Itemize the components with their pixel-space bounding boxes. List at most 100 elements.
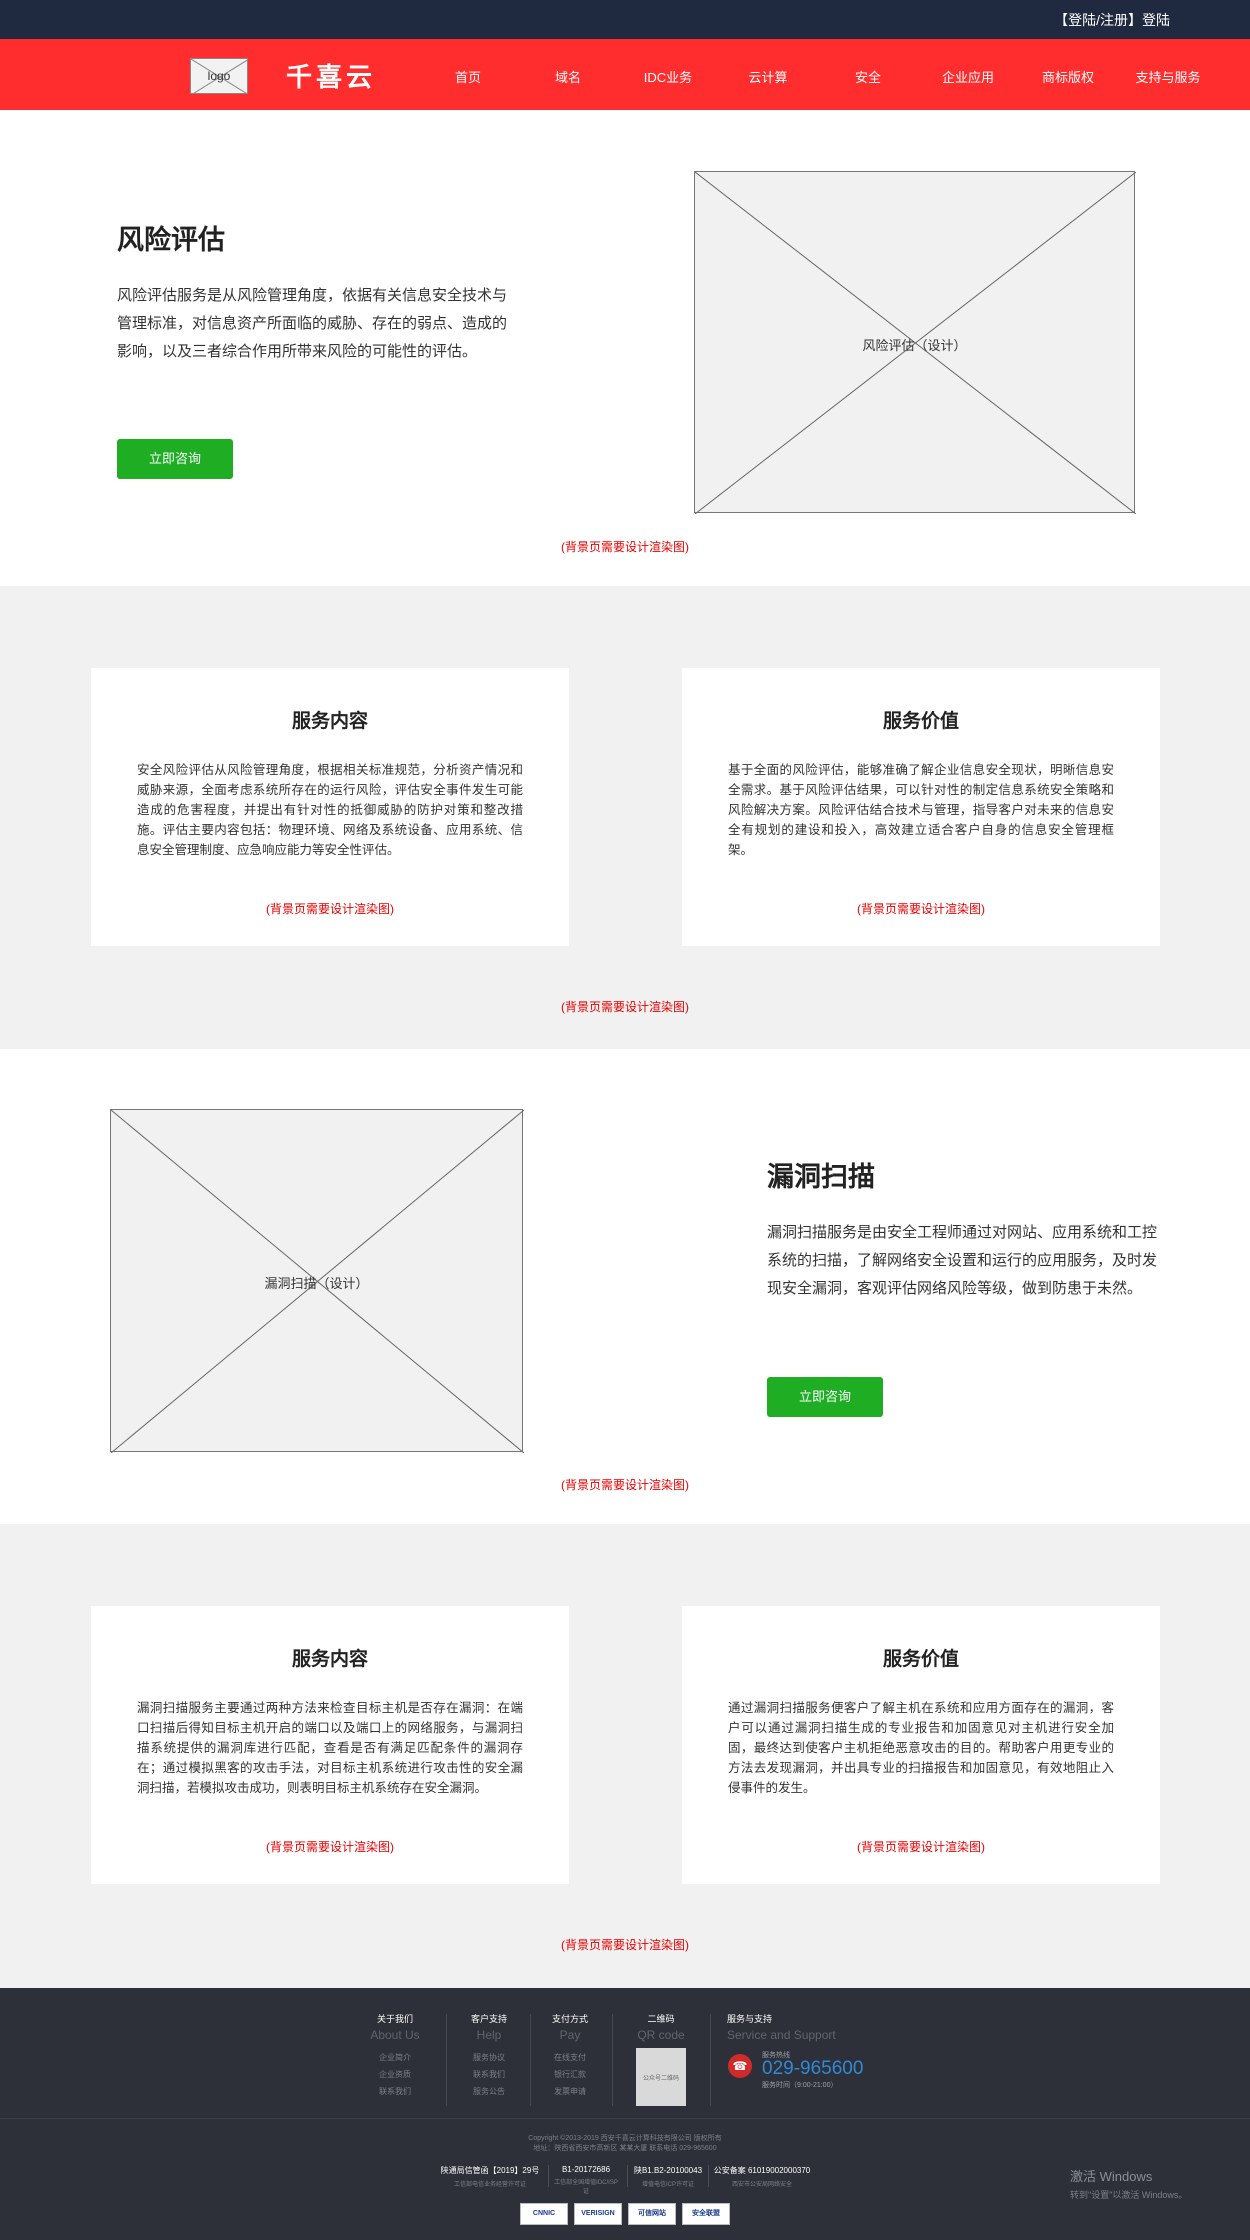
watermark-line2: 转到"设置"以激活 Windows。	[1070, 2190, 1188, 2200]
footer-link[interactable]: 服务协议	[456, 2052, 522, 2063]
footer-links: 关于我们 About Us 企业简介 企业资质 联系我们 客户支持 Help 服…	[0, 1988, 1250, 2118]
footer-divider	[446, 2014, 447, 2106]
card-title: 服务价值	[882, 711, 959, 732]
vuln-title: 漏洞扫描	[767, 1162, 875, 1192]
nav-item-support[interactable]: 支持与服务	[1118, 67, 1218, 86]
logo-text: logo	[207, 69, 231, 83]
footer-col-title: 关于我们	[376, 2014, 413, 2024]
vuln-description: 漏洞扫描服务是由安全工程师通过对网站、应用系统和工控系统的扫描，了解网络安全设置…	[767, 1224, 1158, 1297]
risk-service-value-card: 服务价值 基于全面的风险评估，能够准确了解企业信息安全现状，明晰信息安全需求。基…	[682, 668, 1160, 946]
license-divider	[708, 2165, 709, 2187]
footer-col-about: 关于我们 About Us 企业简介 企业资质 联系我们	[362, 2012, 428, 2097]
footer-col-title: 二维码	[647, 2014, 675, 2024]
risk-image-label: 风险评估（设计）	[862, 338, 967, 353]
footer-col-service: 服务与支持 Service and Support	[727, 2012, 857, 2042]
risk-bg-note: (背景页需要设计渲染图)	[561, 540, 689, 554]
footer-link[interactable]: 在线支付	[537, 2052, 603, 2063]
card-note: (背景页需要设计渲染图)	[857, 902, 985, 916]
address: 地址：陕西省西安市高新区 某某大厦 联系电话 029-965600	[533, 2145, 717, 2152]
card-text: 安全风险评估从风险管理角度，根据相关标准规范，分析资产情况和威胁来源，全面考虑系…	[137, 763, 523, 857]
phone-icon: ☎	[728, 2054, 752, 2078]
license-divider	[627, 2165, 628, 2187]
nav-item-trademark[interactable]: 商标版权	[1018, 67, 1118, 86]
card-text: 漏洞扫描服务主要通过两种方法来检查目标主机是否存在漏洞：在端口扫描后得知目标主机…	[137, 1701, 523, 1795]
nav-item-security[interactable]: 安全	[818, 67, 918, 86]
phone-number[interactable]: 029-965600	[762, 2058, 863, 2080]
footer-link[interactable]: 联系我们	[456, 2069, 522, 2080]
footer-col-subtitle: About Us	[370, 2028, 420, 2042]
license-item: 陕通局信管函【2019】29号 工信部电信业务经营许可证	[436, 2165, 544, 2188]
risk-cards-section: 服务内容 安全风险评估从风险管理角度，根据相关标准规范，分析资产情况和威胁来源，…	[0, 586, 1250, 1049]
license-main: B1-20172686	[561, 2165, 611, 2174]
footer-link[interactable]: 企业简介	[362, 2052, 428, 2063]
card-note: (背景页需要设计渲染图)	[266, 902, 394, 916]
vuln-image-label: 漏洞扫描（设计）	[264, 1276, 369, 1291]
vuln-image-placeholder: 漏洞扫描（设计）	[110, 1109, 524, 1453]
license-item: 陕B1.B2-20100043 增值电信ICP许可证	[632, 2165, 704, 2188]
footer-col-subtitle: QR code	[637, 2028, 685, 2042]
footer-divider	[710, 2014, 711, 2106]
risk-consult-button[interactable]: 立即咨询	[117, 439, 233, 479]
footer-col-pay: 支付方式 Pay 在线支付 银行汇款 发票申请	[537, 2012, 603, 2097]
footer-link[interactable]: 银行汇款	[537, 2069, 603, 2080]
card-note: (背景页需要设计渲染图)	[266, 1840, 394, 1854]
footer-link[interactable]: 企业资质	[362, 2069, 428, 2080]
risk-title: 风险评估	[117, 225, 225, 255]
vuln-hero-section: 漏洞扫描（设计） 漏洞扫描 漏洞扫描服务是由安全工程师通过对网站、应用系统和工控…	[0, 1049, 1250, 1524]
license-main: 陕通局信管函【2019】29号	[440, 2166, 540, 2175]
card-title: 服务价值	[882, 1649, 959, 1670]
logo[interactable]: logo	[190, 58, 248, 94]
vuln-bg-note: (背景页需要设计渲染图)	[561, 1478, 689, 1492]
trusted-site-badge[interactable]: 可信网站	[628, 2203, 676, 2225]
vuln-service-content-card: 服务内容 漏洞扫描服务主要通过两种方法来检查目标主机是否存在漏洞：在端口扫描后得…	[91, 1606, 569, 1884]
vuln-cards-bg-note: (背景页需要设计渲染图)	[561, 1938, 689, 1952]
vuln-service-value-card: 服务价值 通过漏洞扫描服务便客户了解主机在系统和应用方面存在的漏洞，客户可以通过…	[682, 1606, 1160, 1884]
license-sub: 增值电信ICP许可证	[641, 2182, 694, 2188]
qr-code: 公众号二维码	[636, 2048, 686, 2106]
risk-hero-section: 风险评估 风险评估服务是从风险管理角度，依据有关信息安全技术与管理标准，对信息资…	[0, 110, 1250, 586]
footer-col-subtitle: Help	[476, 2028, 502, 2042]
card-title: 服务内容	[291, 711, 368, 732]
footer-link[interactable]: 服务公告	[456, 2086, 522, 2097]
license-item: B1-20172686 工信部全国增值IDC/ISP证	[552, 2165, 620, 2195]
footer-col-title: 客户支持	[470, 2014, 507, 2024]
qr-code-text: 公众号二维码	[642, 2076, 679, 2082]
risk-description: 风险评估服务是从风险管理角度，依据有关信息安全技术与管理标准，对信息资产所面临的…	[117, 287, 508, 360]
windows-activation-watermark: 激活 Windows 转到"设置"以激活 Windows。	[1070, 2166, 1187, 2201]
security-alliance-badge[interactable]: 安全联盟	[682, 2203, 730, 2225]
nav-item-cloud[interactable]: 云计算	[718, 67, 818, 86]
brand-name[interactable]: 千喜云	[286, 57, 376, 94]
card-note: (背景页需要设计渲染图)	[857, 1840, 985, 1854]
copyright: Copyright ©2013-2019 西安千喜云计算科技有限公司 版权所有	[528, 2135, 722, 2142]
main-nav: logo 千喜云 首页 域名 IDC业务 云计算 安全 企业应用 商标版权 支持…	[0, 39, 1250, 110]
license-sub: 西安市公安局网络安全	[731, 2182, 792, 2188]
vuln-consult-button[interactable]: 立即咨询	[767, 1377, 883, 1417]
risk-cards-bg-note: (背景页需要设计渲染图)	[561, 1000, 689, 1014]
footer-col-help: 客户支持 Help 服务协议 联系我们 服务公告	[456, 2012, 522, 2097]
phone-hours: 服务时间（9:00-21:00）	[762, 2082, 838, 2089]
risk-image-placeholder: 风险评估（设计）	[694, 171, 1136, 514]
license-sub: 工信部电信业务经营许可证	[453, 2182, 526, 2188]
nav-item-enterprise[interactable]: 企业应用	[918, 67, 1018, 86]
license-divider	[548, 2165, 549, 2187]
login-register-link[interactable]: 【登陆/注册】登陆	[1054, 10, 1170, 30]
footer-divider	[530, 2014, 531, 2106]
footer-col-title: 支付方式	[551, 2014, 588, 2024]
risk-service-content-card: 服务内容 安全风险评估从风险管理角度，根据相关标准规范，分析资产情况和威胁来源，…	[91, 668, 569, 946]
footer-divider	[612, 2014, 613, 2106]
card-text: 通过漏洞扫描服务便客户了解主机在系统和应用方面存在的漏洞，客户可以通过漏洞扫描生…	[728, 1701, 1114, 1795]
footer-link[interactable]: 联系我们	[362, 2086, 428, 2097]
footer-link[interactable]: 发票申请	[537, 2086, 603, 2097]
footer-legal: Copyright ©2013-2019 西安千喜云计算科技有限公司 版权所有 …	[0, 2118, 1250, 2240]
footer-col-title: 服务与支持	[727, 2014, 773, 2024]
nav-item-home[interactable]: 首页	[418, 67, 518, 86]
nav-item-domain[interactable]: 域名	[518, 67, 618, 86]
vuln-cards-section: 服务内容 漏洞扫描服务主要通过两种方法来检查目标主机是否存在漏洞：在端口扫描后得…	[0, 1524, 1250, 1988]
verisign-badge[interactable]: VERISIGN	[574, 2203, 622, 2225]
license-sub: 工信部全国增值IDC/ISP证	[554, 2180, 618, 2195]
nav-item-idc[interactable]: IDC业务	[618, 67, 718, 86]
cnnic-badge[interactable]: CNNIC	[520, 2203, 568, 2225]
footer-col-subtitle: Service and Support	[727, 2028, 836, 2042]
footer-col-subtitle: Pay	[559, 2028, 581, 2042]
card-text: 基于全面的风险评估，能够准确了解企业信息安全现状，明晰信息安全需求。基于风险评估…	[728, 763, 1114, 857]
